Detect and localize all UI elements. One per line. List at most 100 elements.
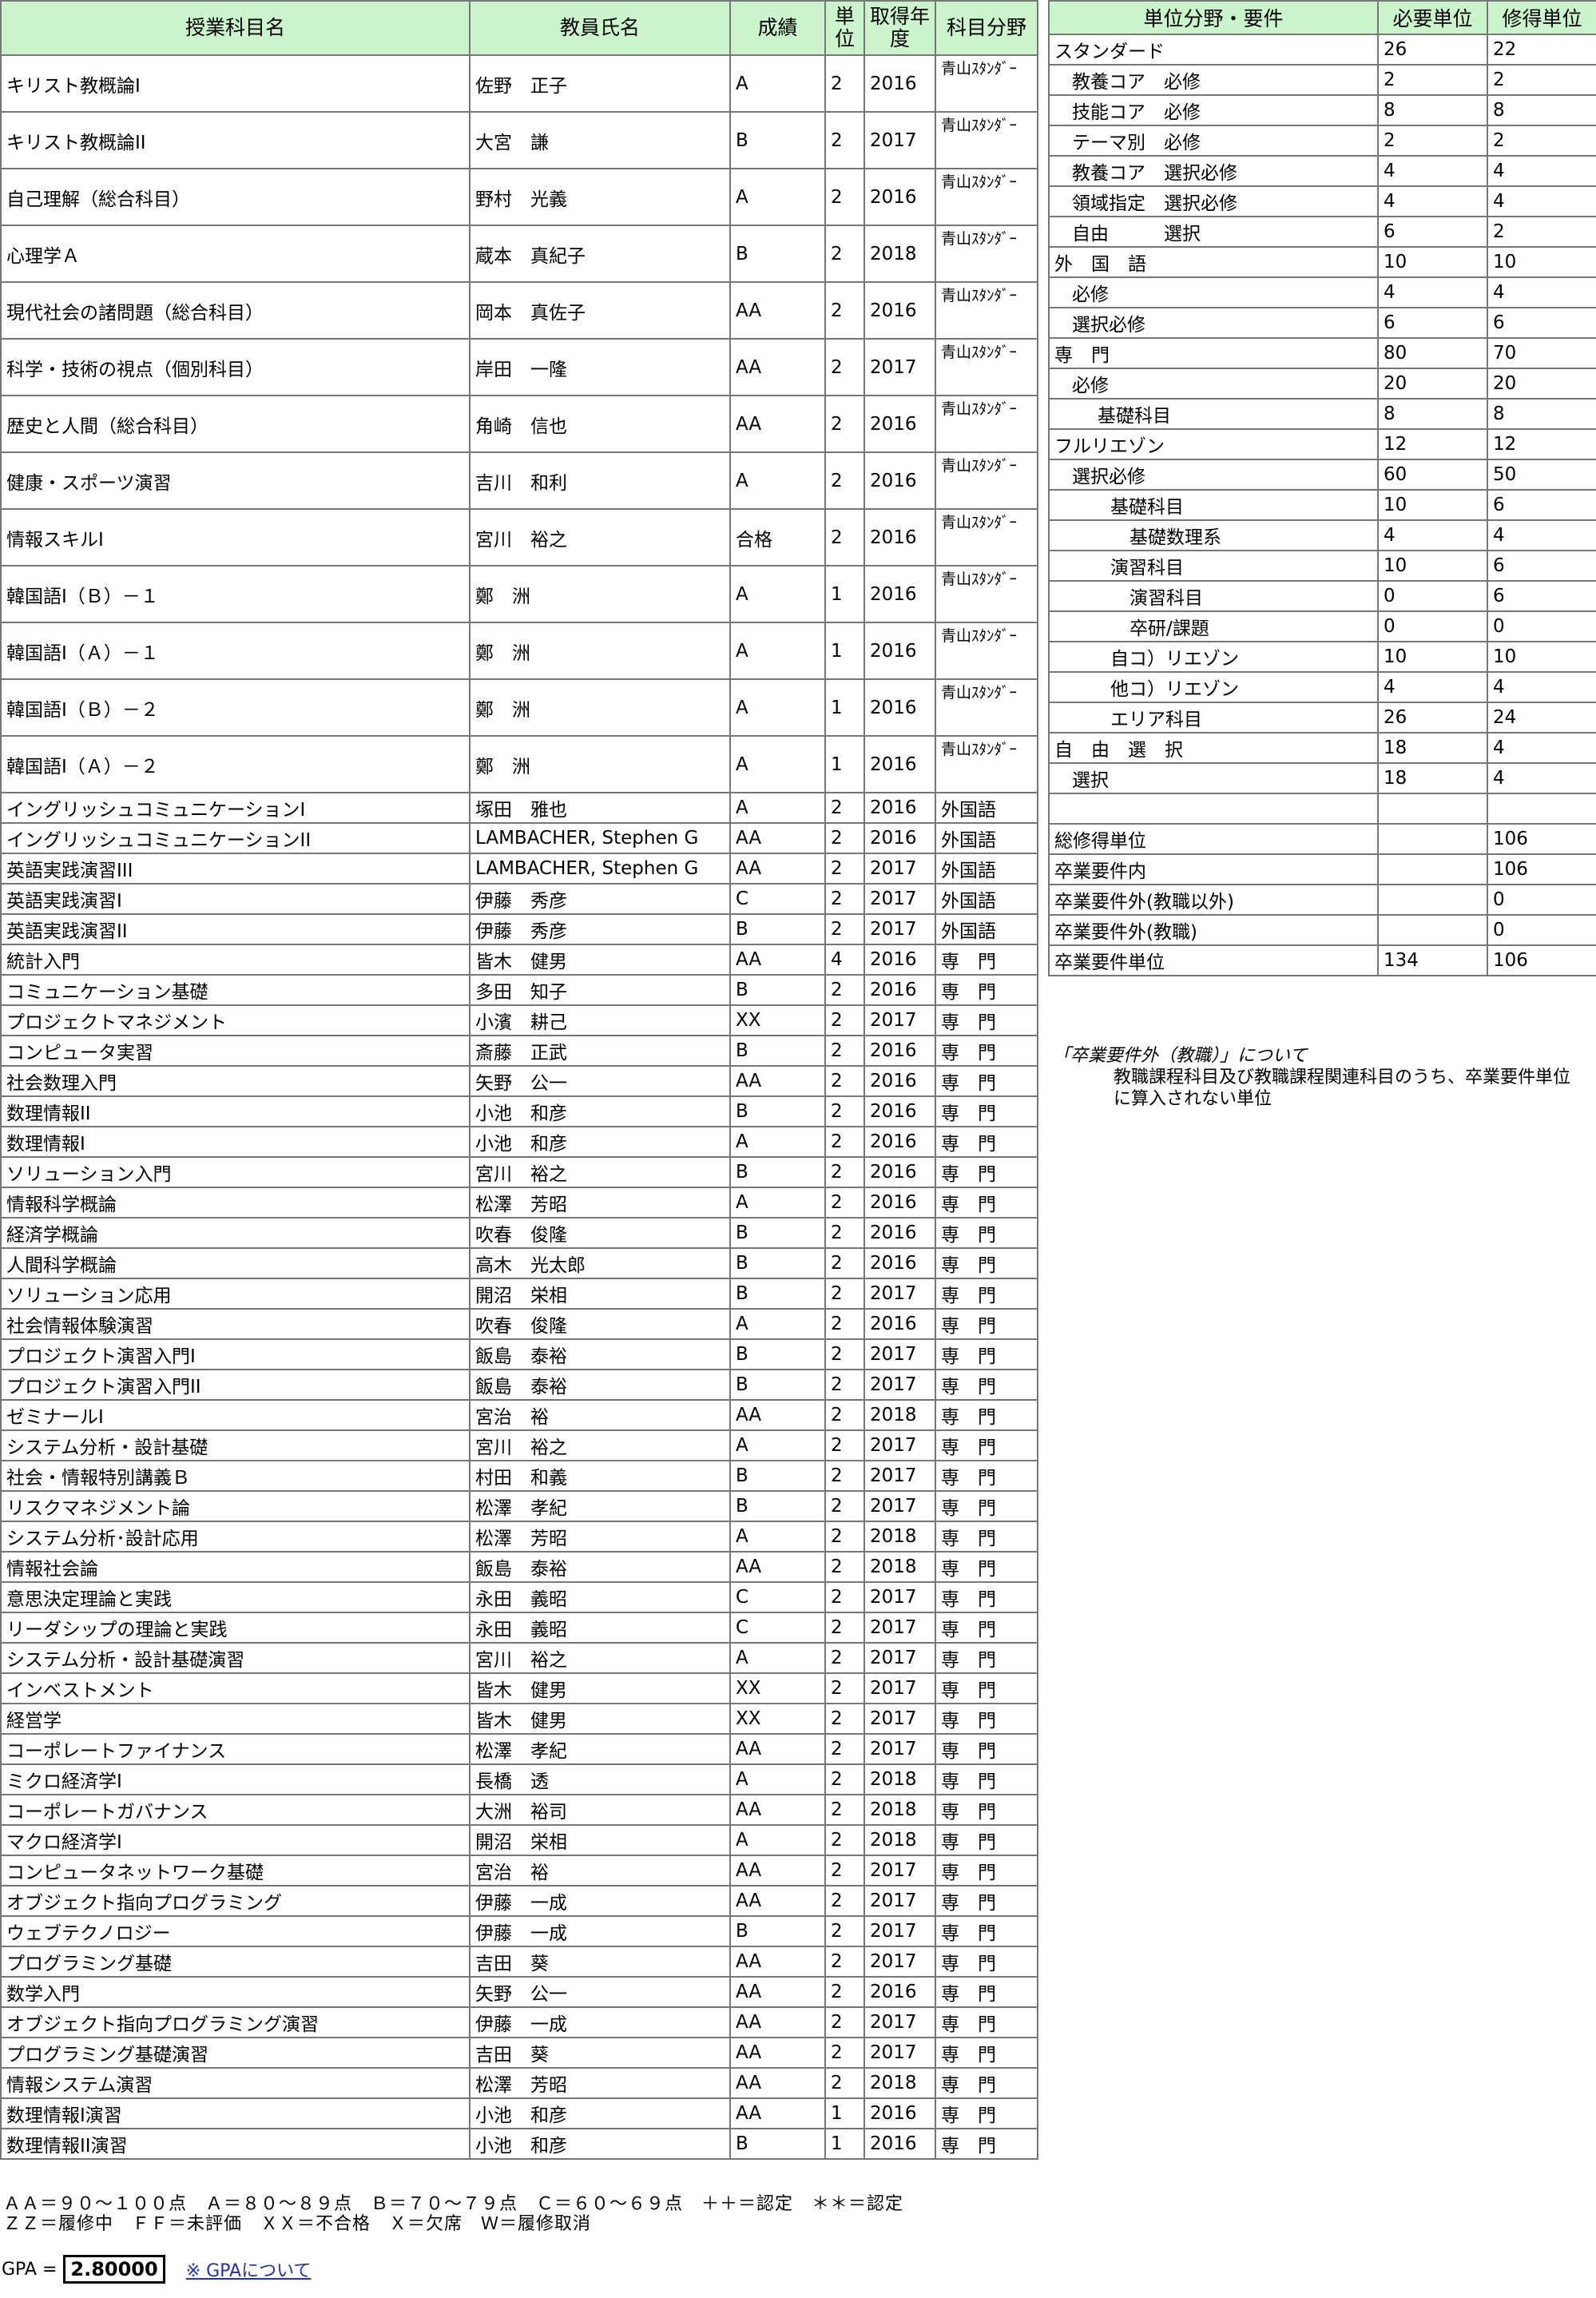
requirement-name-cell: 卒業要件単位	[1048, 944, 1379, 976]
table-row: キリスト教概論I 佐野 正子 A 2 2016 青山ｽﾀﾝﾀﾞｰ	[0, 54, 1038, 113]
grade-cell: AA	[729, 1976, 826, 2008]
table-row: 演習科目 0 6	[1048, 580, 1596, 612]
grade-cell: A	[729, 1429, 826, 1461]
table-row: 韓国語I（Ｂ）－２ 鄭 洲 A 1 2016 青山ｽﾀﾝﾀﾞｰ	[0, 678, 1038, 737]
year-cell: 2018	[864, 1824, 936, 1856]
header-category: 科目分野	[935, 0, 1038, 56]
table-row: 社会数理入門 矢野 公一 AA 2 2016 専 門	[0, 1065, 1038, 1097]
credits-cell: 2	[824, 338, 865, 396]
earned-credits-cell: 4	[1487, 155, 1596, 187]
requirement-name-cell: テーマ別 必修	[1048, 125, 1379, 157]
credits-cell: 2	[824, 1763, 865, 1795]
instructor-cell: 飯島 泰裕	[469, 1551, 731, 1583]
table-row: 自 由 選 択 18 4	[1048, 732, 1596, 764]
grade-cell: XX	[729, 1703, 826, 1735]
category-cell: 青山ｽﾀﾝﾀﾞｰ	[935, 508, 1038, 567]
earned-credits-cell	[1487, 793, 1596, 825]
earned-credits-cell: 24	[1487, 702, 1596, 734]
requirement-name-cell: 専 門	[1048, 337, 1379, 369]
credits-cell: 2	[824, 395, 865, 453]
category-cell: 専 門	[935, 1946, 1038, 1978]
category-cell: 専 門	[935, 1855, 1038, 1887]
earned-credits-cell: 4	[1487, 519, 1596, 551]
year-cell: 2016	[864, 1035, 936, 1067]
credits-cell: 2	[824, 974, 865, 1006]
requirement-name-cell: 基礎科目	[1048, 398, 1379, 430]
grade-cell: AA	[729, 1551, 826, 1583]
gpa-label: GPA =	[2, 2259, 58, 2280]
grade-cell: A	[729, 1308, 826, 1340]
requirement-name-cell: 領域指定 選択必修	[1048, 185, 1379, 217]
category-cell: 専 門	[935, 2128, 1038, 2160]
category-cell: 専 門	[935, 1187, 1038, 1219]
course-name-cell: 数理情報II	[0, 1095, 470, 1127]
required-credits-cell: 4	[1377, 155, 1488, 187]
instructor-cell: 鄭 洲	[469, 735, 731, 793]
table-row: 教養コア 必修 2 2	[1048, 64, 1596, 96]
grade-legend: ＡＡ＝９０～１００点 Ａ＝８０～８９点 Ｂ＝７０～７９点 Ｃ＝６０～６９点 ＋＋…	[3, 2194, 903, 2234]
required-credits-cell: 4	[1377, 671, 1488, 703]
grade-cell: A	[729, 1521, 826, 1553]
table-row: 選択必修 6 6	[1048, 307, 1596, 339]
earned-credits-cell: 70	[1487, 337, 1596, 369]
year-cell: 2017	[864, 1581, 936, 1613]
table-row: 健康・スポーツ演習 吉川 和利 A 2 2016 青山ｽﾀﾝﾀﾞｰ	[0, 451, 1038, 510]
year-cell: 2016	[864, 1217, 936, 1249]
requirement-name-cell: 選択必修	[1048, 307, 1379, 339]
course-name-cell: 経済学概論	[0, 1217, 470, 1249]
instructor-cell: 大宮 謙	[469, 111, 731, 169]
legend-line-1: ＡＡ＝９０～１００点 Ａ＝８０～８９点 Ｂ＝７０～７９点 Ｃ＝６０～６９点 ＋＋…	[3, 2194, 904, 2214]
instructor-cell: 小池 和彦	[469, 1126, 731, 1158]
table-row: システム分析・設計基礎演習 宮川 裕之 A 2 2017 専 門	[0, 1642, 1038, 1674]
grade-cell: A	[729, 1187, 826, 1219]
grade-cell: AA	[729, 1733, 826, 1765]
year-cell: 2018	[864, 1794, 936, 1826]
grade-cell: C	[729, 1612, 826, 1644]
course-name-cell: コーポレートガバナンス	[0, 1794, 470, 1826]
credits-cell: 4	[824, 944, 865, 976]
table-row: イングリッシュコミュニケーションII LAMBACHER, Stephen G AA…	[0, 822, 1038, 854]
gpa-info-link[interactable]: ※ GPAについて	[186, 2256, 312, 2282]
course-name-cell: システム分析・設計基礎	[0, 1429, 470, 1461]
earned-credits-cell: 4	[1487, 276, 1596, 308]
grade-cell: AA	[729, 1065, 826, 1097]
credits-cell: 2	[824, 168, 865, 226]
required-credits-cell: 4	[1377, 276, 1488, 308]
table-row: 基礎科目 8 8	[1048, 398, 1596, 430]
earned-credits-cell: 0	[1487, 884, 1596, 916]
earned-credits-cell: 4	[1487, 732, 1596, 764]
table-row: 自コ）リエゾン 10 10	[1048, 641, 1596, 673]
course-name-cell: プロジェクトマネジメント	[0, 1004, 470, 1036]
requirement-name-cell: 総修得単位	[1048, 823, 1379, 855]
table-row: 数理情報I演習 小池 和彦 AA 1 2016 専 門	[0, 2097, 1038, 2129]
year-cell: 2016	[864, 168, 936, 226]
course-name-cell: 歴史と人間（総合科目）	[0, 395, 470, 453]
category-cell: 専 門	[935, 1885, 1038, 1917]
table-row: 教養コア 選択必修 4 4	[1048, 155, 1596, 187]
grade-cell: AA	[729, 853, 826, 885]
category-cell: 外国語	[935, 792, 1038, 824]
table-row: エリア科目 26 24	[1048, 702, 1596, 734]
credits-cell: 2	[824, 822, 865, 854]
course-name-cell: 英語実践演習II	[0, 913, 470, 945]
course-name-cell: コミュニケーション基礎	[0, 974, 470, 1006]
requirement-name-cell: エリア科目	[1048, 702, 1379, 734]
credits-cell: 2	[824, 281, 865, 340]
table-row: 韓国語I（Ａ）－２ 鄭 洲 A 1 2016 青山ｽﾀﾝﾀﾞｰ	[0, 735, 1038, 793]
category-cell: 専 門	[935, 1824, 1038, 1856]
credits-cell: 2	[824, 1672, 865, 1704]
table-row: コーポレートファイナンス 松澤 孝紀 AA 2 2017 専 門	[0, 1733, 1038, 1765]
earned-credits-cell: 2	[1487, 125, 1596, 157]
required-credits-cell: 4	[1377, 519, 1488, 551]
instructor-cell: 矢野 公一	[469, 1065, 731, 1097]
earned-credits-cell: 0	[1487, 914, 1596, 946]
credits-cell: 2	[824, 1187, 865, 1219]
year-cell: 2016	[864, 1065, 936, 1097]
earned-credits-cell: 20	[1487, 368, 1596, 400]
credits-cell: 2	[824, 1035, 865, 1067]
instructor-cell: 宮川 裕之	[469, 1429, 731, 1461]
category-cell: 専 門	[935, 1551, 1038, 1583]
category-cell: 専 門	[935, 2097, 1038, 2129]
year-cell: 2017	[864, 338, 936, 396]
table-row: ミクロ経済学I 長橋 透 A 2 2018 専 門	[0, 1763, 1038, 1795]
